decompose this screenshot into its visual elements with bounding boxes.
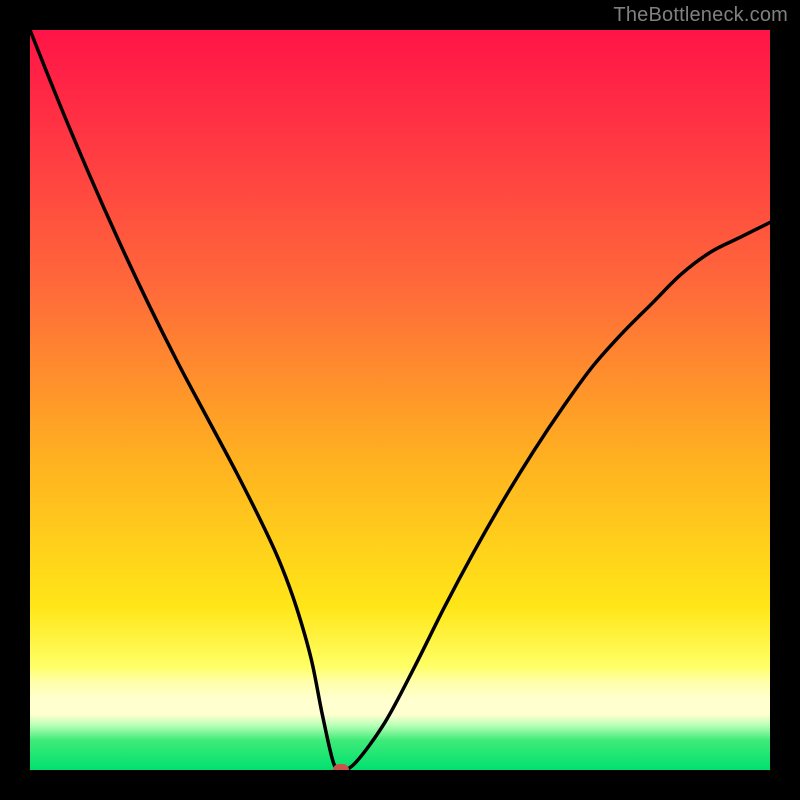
bottleneck-curve xyxy=(30,30,770,770)
plot-area xyxy=(30,30,770,770)
watermark-text: TheBottleneck.com xyxy=(613,4,788,27)
min-marker-icon xyxy=(333,764,349,770)
chart-frame: TheBottleneck.com xyxy=(0,0,800,800)
